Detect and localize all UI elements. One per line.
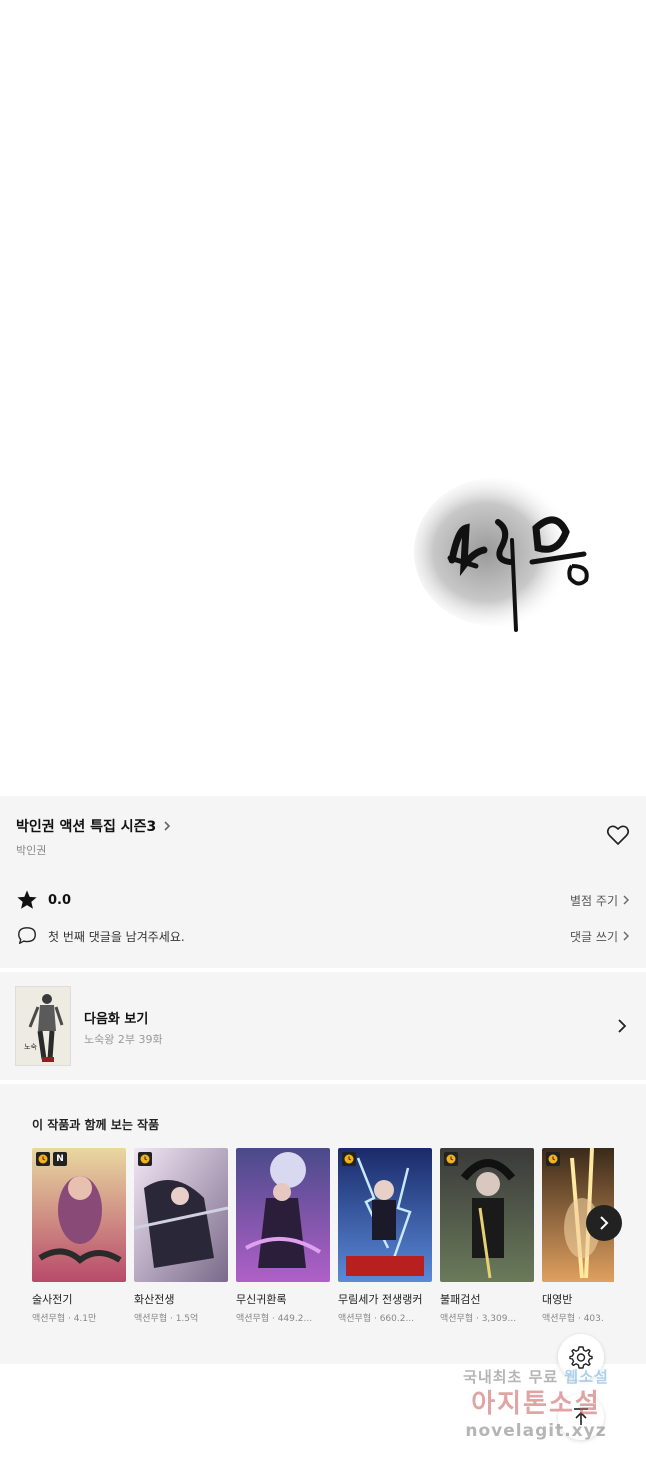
new-badge: N [53,1152,67,1166]
clock-icon [344,1154,354,1164]
card-meta: 액션무협 · 403. [542,1314,604,1324]
recommendations-carousel: N 술사전기 액션무협 · 4.1만 화산전생 액션무협 · 1.5억 무신귀환… [32,1148,614,1358]
next-episode-label: 다음화 보기 [84,1012,149,1027]
cover-image [134,1148,228,1282]
card-title: 불패검선 [440,1293,481,1306]
star-icon [17,890,37,909]
chevron-right-icon [600,1216,609,1230]
chevron-right-icon [623,931,629,941]
series-title: 박인권 액션 특집 시즌3 [16,819,157,835]
card-meta: 액션무협 · 3,309... [440,1314,517,1324]
carousel-next-button[interactable] [586,1205,622,1241]
clock-icon [446,1154,456,1164]
clock-badge [138,1152,152,1166]
arrow-up-icon [574,1408,588,1425]
recommendation-card[interactable]: 무신귀환록 액션무협 · 449.2... [236,1148,330,1324]
ink-calligraphy-image [414,478,589,632]
recommendation-card[interactable]: 무림세가 전생랭커 액션무협 · 660.2... [338,1148,432,1324]
cover-image [236,1148,330,1282]
gear-icon [569,1346,593,1369]
write-comment-button[interactable]: 댓글 쓰기 [570,928,630,945]
recommendations-title: 이 작품과 함께 보는 작품 [32,1118,160,1132]
comment-row: 첫 번째 댓글을 남겨주세요. 댓글 쓰기 [16,924,630,948]
clock-icon [548,1154,558,1164]
card-title: 화산전생 [134,1293,175,1306]
scroll-to-top-button[interactable] [558,1394,604,1440]
recommendations-section: 이 작품과 함께 보는 작품 N 술사전기 액션무협 · 4.1만 화산전생 액… [0,1084,646,1364]
card-title: 술사전기 [32,1293,73,1306]
series-info-panel: 박인권 액션 특집 시즌3 박인권 0.0 별점 주기 첫 번째 댓글을 남겨주… [0,796,646,968]
rating-row: 0.0 별점 주기 [16,888,630,912]
comic-viewer [0,0,646,796]
chevron-right-icon [618,1019,627,1033]
recommendation-card[interactable]: 불패검선 액션무협 · 3,309... [440,1148,534,1324]
card-meta: 액션무협 · 449.2... [236,1314,313,1324]
author-name: 박인권 [16,844,47,857]
clock-icon [140,1154,150,1164]
write-comment-label: 댓글 쓰기 [570,929,618,944]
cover-image [440,1148,534,1282]
speech-bubble-icon [18,927,36,945]
cover-image [338,1148,432,1282]
card-title: 대영반 [542,1293,573,1306]
next-episode-link[interactable]: 노숙 다음화 보기 노숙왕 2부 39화 [0,972,646,1080]
card-title: 무신귀환록 [236,1293,287,1306]
clock-badge [444,1152,458,1166]
chevron-right-icon [623,895,629,905]
clock-badge [342,1152,356,1166]
card-meta: 액션무협 · 1.5억 [134,1314,199,1324]
card-meta: 액션무협 · 660.2... [338,1314,415,1324]
next-episode-subtitle: 노숙왕 2부 39화 [84,1033,163,1046]
recommendation-card[interactable]: N 술사전기 액션무협 · 4.1만 [32,1148,126,1324]
rating-value: 0.0 [48,892,72,908]
series-title-link[interactable]: 박인권 액션 특집 시즌3 [16,816,172,836]
rate-button[interactable]: 별점 주기 [570,892,630,909]
clock-badge [36,1152,50,1166]
card-title: 무림세가 전생랭커 [338,1293,423,1306]
rate-button-label: 별점 주기 [570,893,618,908]
next-episode-thumbnail: 노숙 [15,986,71,1066]
comment-prompt: 첫 번째 댓글을 남겨주세요. [48,929,185,944]
clock-badge [546,1152,560,1166]
heart-icon[interactable] [606,824,630,846]
recommendation-card[interactable]: 화산전생 액션무협 · 1.5억 [134,1148,228,1324]
chevron-right-icon [164,821,171,831]
watermark-line1a: 국내최초 무료 [463,1368,559,1386]
svg-text:노숙: 노숙 [24,1043,37,1051]
clock-icon [38,1154,48,1164]
card-meta: 액션무협 · 4.1만 [32,1314,97,1324]
settings-button[interactable] [558,1334,604,1380]
cover-image: N [32,1148,126,1282]
